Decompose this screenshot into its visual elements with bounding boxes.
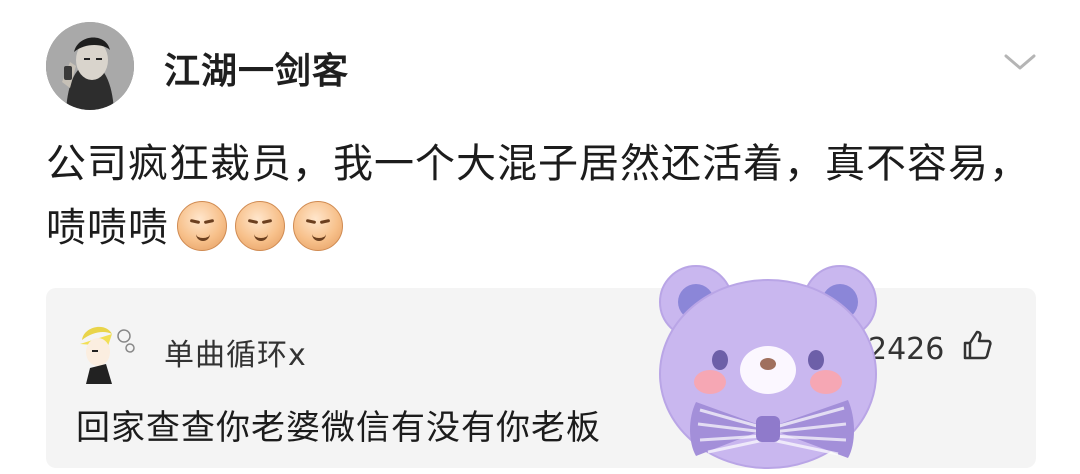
smug-face-emoji-icon (293, 201, 343, 251)
smug-face-emoji-icon (177, 201, 227, 251)
commenter-avatar[interactable] (72, 318, 142, 388)
smug-face-emoji-icon (235, 201, 285, 251)
post-text: 公司疯狂裁员，我一个大混子居然还活着，真不容易，啧啧啧 (46, 132, 1046, 260)
author-name[interactable]: 江湖一剑客 (164, 42, 349, 94)
manga-portrait-icon (46, 22, 134, 110)
chevron-down-icon[interactable] (1002, 50, 1038, 74)
comment-text: 回家查查你老婆微信有没有你老板 (76, 408, 601, 448)
weibo-post: 江湖一剑客 公司疯狂裁员，我一个大混子居然还活着，真不容易，啧啧啧 单曲循环x … (0, 0, 1080, 474)
bear-sticker-icon (659, 265, 877, 469)
author-avatar[interactable] (46, 22, 134, 110)
commenter-name[interactable]: 单曲循环x (164, 330, 307, 374)
thumbs-up-icon[interactable] (960, 328, 994, 362)
